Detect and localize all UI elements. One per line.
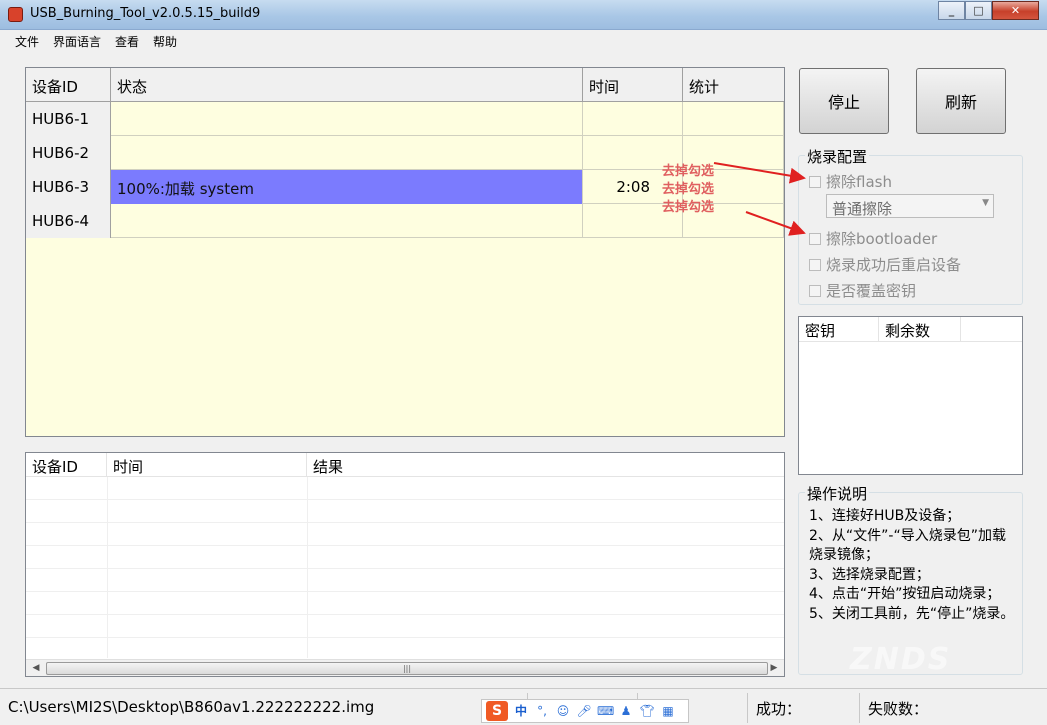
overwrite-key-option[interactable]: 是否覆盖密钥	[809, 280, 916, 301]
header-stats[interactable]: 统计	[683, 68, 784, 102]
erase-bootloader-label: 擦除bootloader	[826, 230, 938, 248]
list-item	[26, 592, 784, 615]
menu-help[interactable]: 帮助	[146, 31, 184, 51]
device-id-cell: HUB6-3	[26, 170, 111, 204]
punctuation-icon[interactable]: °,	[534, 703, 550, 719]
reboot-after-checkbox[interactable]	[809, 258, 821, 271]
key-header-key[interactable]: 密钥	[799, 317, 879, 341]
erase-flash-checkbox[interactable]	[809, 175, 821, 188]
log-header: 设备ID 时间 结果	[26, 453, 784, 477]
toolbox-grid-icon[interactable]: ▦	[660, 703, 676, 719]
list-item	[26, 546, 784, 569]
arrow-to-erase-bootloader	[745, 211, 806, 236]
scroll-thumb[interactable]: |||	[46, 662, 768, 675]
erase-bootloader-checkbox[interactable]	[809, 232, 821, 245]
instruction-line: 1、连接好HUB及设备；	[809, 508, 961, 524]
overwrite-key-checkbox[interactable]	[809, 284, 821, 297]
maximize-button[interactable]: □	[965, 1, 992, 20]
horizontal-scrollbar[interactable]: ◀ ||| ▶	[26, 659, 784, 676]
instructions-title: 操作说明	[805, 483, 870, 504]
instructions-text: 1、连接好HUB及设备； 2、从“文件”-“导入烧录包”加载烧录镜像； 3、选择…	[809, 507, 1017, 624]
header-status[interactable]: 状态	[111, 68, 583, 102]
burn-config-title: 烧录配置	[805, 146, 870, 167]
status-cell	[111, 136, 583, 170]
microphone-icon[interactable]: 🎤︎	[576, 703, 592, 719]
fail-count: 失败数：	[868, 700, 929, 718]
instruction-line: 2、从“文件”-“导入烧录包”加载烧录镜像；	[809, 527, 1006, 564]
close-button[interactable]: ✕	[992, 1, 1039, 20]
erase-flash-option[interactable]: 擦除flash	[809, 171, 892, 192]
list-item	[26, 500, 784, 523]
reboot-after-option[interactable]: 烧录成功后重启设备	[809, 254, 961, 275]
title-bar: USB_Burning_Tool_v2.0.5.15_build9 _ □ ✕	[0, 0, 1047, 30]
menu-view[interactable]: 查看	[108, 31, 146, 51]
menu-file[interactable]: 文件	[8, 31, 46, 51]
stat-cell	[683, 102, 784, 136]
reboot-after-label: 烧录成功后重启设备	[826, 256, 962, 274]
header-device-id[interactable]: 设备ID	[26, 68, 111, 102]
erase-bootloader-option[interactable]: 擦除bootloader	[809, 228, 937, 249]
list-item	[26, 477, 784, 500]
status-cell	[111, 102, 583, 136]
chevron-down-icon: ▼	[982, 198, 989, 208]
stop-button[interactable]: 停止	[799, 68, 889, 134]
list-item	[26, 638, 784, 661]
overwrite-key-label: 是否覆盖密钥	[826, 282, 917, 300]
list-item	[26, 569, 784, 592]
device-id-cell: HUB6-1	[26, 102, 111, 136]
device-id-cell: HUB6-4	[26, 204, 111, 238]
user-icon[interactable]: ♟	[618, 703, 634, 719]
instruction-line: 4、点击“开始”按钮启动烧录；	[809, 586, 1001, 602]
device-id-cell: HUB6-2	[26, 136, 111, 170]
erase-mode-select[interactable]: 普通擦除 ▼	[826, 194, 994, 218]
znds-watermark: ZNDS	[850, 642, 952, 677]
arrow-to-erase-flash	[713, 162, 806, 184]
status-cell	[111, 204, 583, 238]
erase-mode-value: 普通擦除	[832, 200, 893, 218]
window-title: USB_Burning_Tool_v2.0.5.15_build9	[30, 6, 261, 21]
app-window: USB_Burning_Tool_v2.0.5.15_build9 _ □ ✕ …	[0, 0, 1047, 725]
result-log-list[interactable]: 设备ID 时间 结果 ◀ ||| ▶	[25, 452, 785, 677]
erase-flash-label: 擦除flash	[826, 173, 892, 191]
device-row[interactable]: HUB6-1	[26, 102, 784, 136]
success-count: 成功：	[748, 693, 860, 723]
list-item	[26, 615, 784, 638]
device-grid[interactable]: 设备ID 状态 时间 统计 HUB6-1 HUB6-2 HUB6-3 100%:…	[25, 67, 785, 437]
instruction-line: 3、选择烧录配置；	[809, 566, 930, 583]
emoji-icon[interactable]: ☺	[555, 703, 571, 719]
log-header-time[interactable]: 时间	[107, 453, 307, 477]
sogou-logo-icon[interactable]: S	[486, 701, 508, 721]
key-list[interactable]: 密钥 剩余数	[798, 316, 1023, 475]
burn-config-group: 烧录配置 擦除flash 普通擦除 ▼ 擦除bootloader 烧录成功后重启…	[798, 146, 1023, 305]
refresh-button[interactable]: 刷新	[916, 68, 1006, 134]
device-grid-header: 设备ID 状态 时间 统计	[26, 68, 784, 102]
time-cell	[583, 102, 683, 136]
minimize-button[interactable]: _	[938, 1, 965, 20]
header-time[interactable]: 时间	[583, 68, 683, 102]
menu-language[interactable]: 界面语言	[46, 31, 108, 51]
keyboard-icon[interactable]: ⌨	[597, 703, 614, 719]
log-header-result[interactable]: 结果	[307, 453, 784, 477]
instruction-line: 5、关闭工具前，先“停止”烧录。	[809, 605, 1015, 622]
list-item	[26, 523, 784, 546]
header-divider	[799, 341, 1022, 342]
ime-toolbar[interactable]: S 中 °, ☺ 🎤︎ ⌨ ♟ 👕︎ ▦	[481, 699, 689, 723]
skin-shirt-icon[interactable]: 👕︎	[639, 703, 655, 719]
scroll-left-icon[interactable]: ◀	[28, 662, 44, 675]
app-icon	[8, 7, 23, 22]
log-header-device-id[interactable]: 设备ID	[26, 453, 107, 477]
key-header-remaining[interactable]: 剩余数	[879, 317, 961, 341]
scroll-right-icon[interactable]: ▶	[766, 662, 782, 675]
menu-bar: 文件 界面语言 查看 帮助	[0, 31, 1047, 51]
status-cell-active: 100%:加载 system	[111, 170, 583, 204]
annotation-arrows	[713, 162, 806, 236]
ime-mode[interactable]: 中	[513, 703, 529, 719]
image-path: C:\Users\MI2S\Desktop\B860av1.222222222.…	[0, 693, 528, 723]
